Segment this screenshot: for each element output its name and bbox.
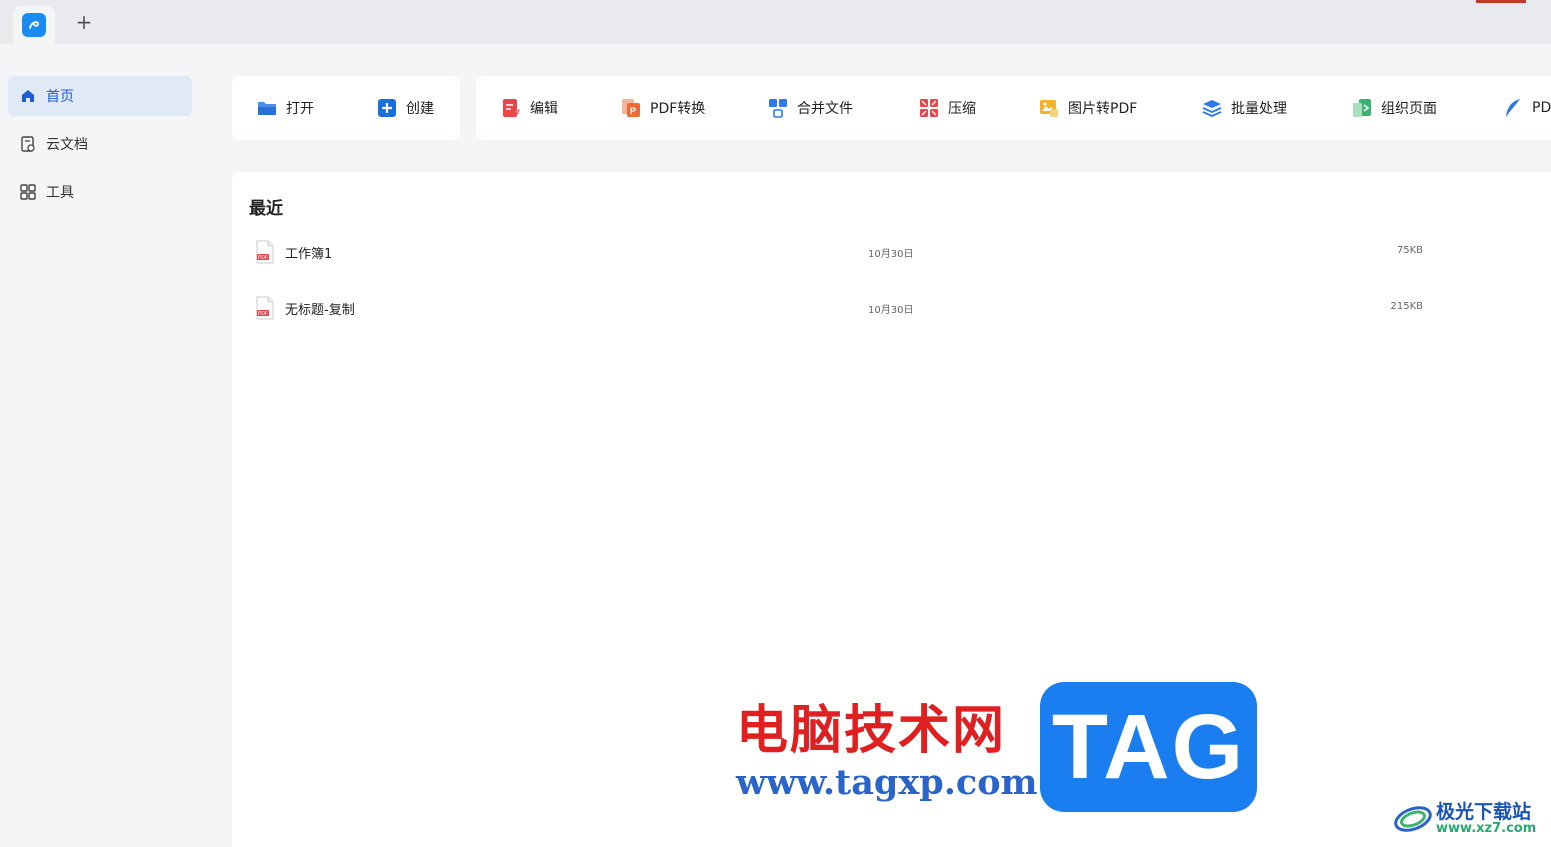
recent-file-row[interactable]: PDF 工作簿1 10月30日 75KB	[248, 232, 1538, 272]
watermark-xz-name: 极光下载站	[1436, 801, 1532, 823]
tool-batch-button[interactable]: 批量处理	[1201, 76, 1287, 140]
plus-square-icon	[376, 97, 398, 119]
tool-label: 批量处理	[1231, 101, 1287, 117]
pdf-file-icon: PDF	[256, 240, 274, 264]
svg-text:P: P	[630, 106, 636, 116]
app-tab[interactable]	[13, 6, 55, 44]
window-close-button[interactable]	[1476, 0, 1526, 3]
sidebar-item-label: 首页	[46, 89, 74, 105]
edit-icon	[500, 97, 522, 119]
tool-image-to-pdf-button[interactable]: 图片转PDF	[1038, 76, 1137, 140]
tool-label: 编辑	[530, 101, 558, 117]
compress-icon	[918, 97, 940, 119]
tool-label: 合并文件	[797, 101, 853, 117]
sidebar-item-label: 云文档	[46, 137, 88, 153]
sidebar-item-label: 工具	[46, 185, 74, 201]
open-label: 打开	[286, 101, 314, 117]
organize-pages-icon	[1351, 97, 1373, 119]
create-button[interactable]: 创建	[376, 76, 434, 140]
sidebar-item-tools[interactable]: 工具	[8, 172, 192, 212]
quick-actions-card: 打开 创建	[232, 76, 460, 140]
watermark-xz-logo: 极光下载站 www.xz7.com	[1392, 795, 1542, 840]
file-name: 工作簿1	[285, 247, 333, 262]
tool-edit-button[interactable]: 编辑	[500, 76, 558, 140]
tool-label: PD	[1532, 100, 1551, 116]
tool-label: 图片转PDF	[1068, 101, 1138, 117]
merge-icon	[767, 97, 789, 119]
tool-pdf-feather-button[interactable]: PD	[1502, 76, 1551, 140]
tools-card: 编辑 P PDF转换 合并文件 压缩 图片转PDF 批量处理 组织页面 PD	[476, 76, 1551, 140]
watermark-site-name: 电脑技术网	[736, 701, 1007, 761]
file-name: 无标题-复制	[285, 303, 355, 318]
home-icon	[19, 87, 37, 105]
pdf-convert-icon: P	[620, 97, 642, 119]
create-label: 创建	[406, 101, 434, 117]
watermark-xz-url: www.xz7.com	[1436, 821, 1537, 836]
svg-text:PDF: PDF	[258, 311, 268, 317]
tool-label: 压缩	[948, 101, 976, 117]
watermark-tag-text: TAG	[1051, 695, 1246, 798]
open-button[interactable]: 打开	[256, 76, 314, 140]
sidebar-item-home[interactable]: 首页	[8, 76, 192, 116]
app-logo-icon	[22, 13, 46, 37]
file-date: 10月30日	[868, 305, 914, 316]
watermark-site-url: www.tagxp.com	[736, 762, 1038, 803]
file-date: 10月30日	[868, 249, 914, 260]
tool-compress-button[interactable]: 压缩	[918, 76, 976, 140]
pdf-feather-icon	[1502, 97, 1524, 119]
xz-swirl-icon	[1394, 806, 1432, 832]
tool-label: PDF转换	[650, 101, 706, 117]
tool-organize-pages-button[interactable]: 组织页面	[1351, 76, 1437, 140]
image-to-pdf-icon	[1038, 97, 1060, 119]
file-size: 75KB	[1396, 245, 1423, 256]
new-tab-button[interactable]: +	[72, 10, 96, 34]
folder-open-icon	[256, 97, 278, 119]
file-size: 215KB	[1390, 301, 1423, 312]
recent-file-row[interactable]: PDF 无标题-复制 10月30日 215KB	[248, 288, 1538, 328]
tool-merge-button[interactable]: 合并文件	[767, 76, 853, 140]
sidebar-item-cloud-docs[interactable]: 云文档	[8, 124, 192, 164]
sidebar: 首页 云文档 工具	[0, 44, 200, 847]
watermark-tag-logo: TAG	[1040, 682, 1257, 812]
title-bar: +	[0, 0, 1551, 44]
cloud-doc-icon	[19, 135, 37, 153]
pdf-file-icon: PDF	[256, 296, 274, 320]
svg-text:PDF: PDF	[258, 255, 268, 261]
recent-title: 最近	[249, 199, 283, 219]
tools-grid-icon	[19, 183, 37, 201]
tool-label: 组织页面	[1381, 101, 1437, 117]
batch-layers-icon	[1201, 97, 1223, 119]
tool-pdf-convert-button[interactable]: P PDF转换	[620, 76, 705, 140]
